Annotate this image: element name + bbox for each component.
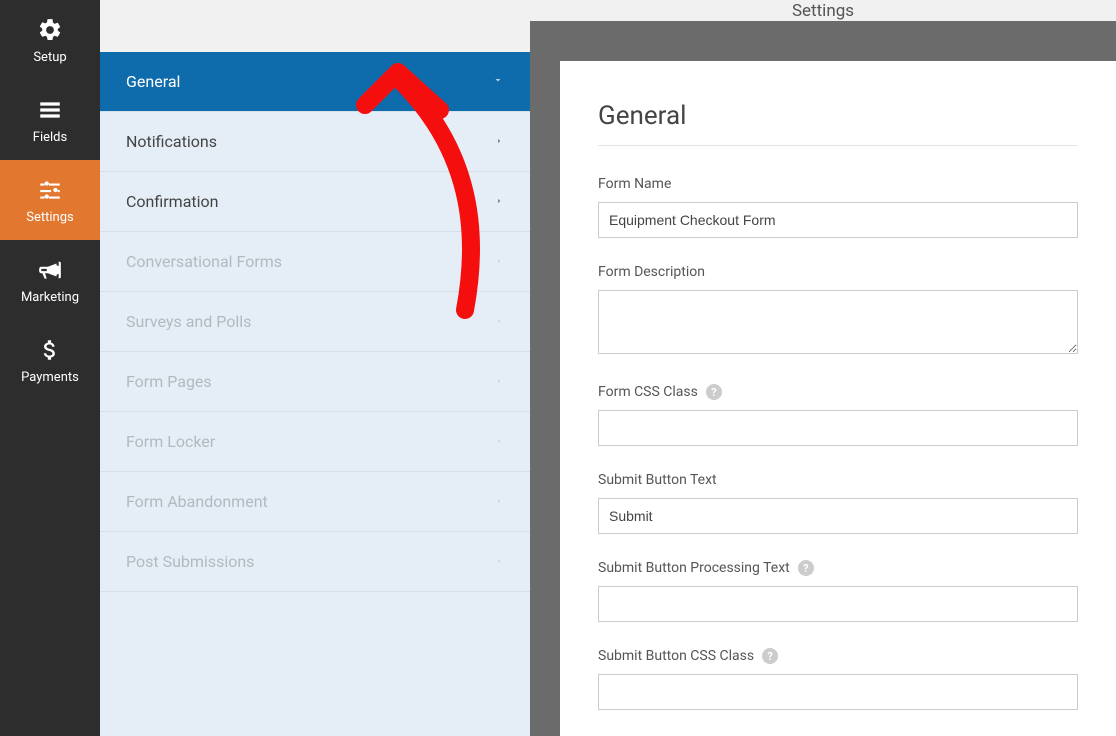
nav-label: Setup <box>33 50 66 65</box>
help-icon[interactable]: ? <box>798 560 814 576</box>
settings-item-form-pages[interactable]: Form Pages <box>100 352 530 412</box>
nav-item-fields[interactable]: Fields <box>0 80 100 160</box>
settings-item-label: Form Abandonment <box>126 492 268 511</box>
sliders-icon <box>36 176 64 204</box>
chevron-right-icon <box>494 254 504 270</box>
settings-item-surveys-polls[interactable]: Surveys and Polls <box>100 292 530 352</box>
submit-button-processing-text-label: Submit Button Processing Text <box>598 560 790 576</box>
bullhorn-icon <box>36 256 64 284</box>
chevron-right-icon <box>494 314 504 330</box>
nav-item-settings[interactable]: Settings <box>0 160 100 240</box>
nav-label: Settings <box>26 210 73 225</box>
gear-icon <box>36 16 64 44</box>
settings-item-label: Notifications <box>126 132 217 151</box>
settings-item-label: General <box>126 72 180 91</box>
help-icon[interactable]: ? <box>762 648 778 664</box>
nav-label: Fields <box>33 130 67 145</box>
settings-panel: General Form Name Form Description Form … <box>560 61 1116 736</box>
chevron-down-icon <box>492 74 504 90</box>
settings-item-general[interactable]: General <box>100 52 530 112</box>
settings-sidebar: General Notifications Confirmation Conve… <box>100 0 530 736</box>
submit-button-css-class-input[interactable] <box>598 674 1078 710</box>
settings-item-post-submissions[interactable]: Post Submissions <box>100 532 530 592</box>
settings-item-label: Form Pages <box>126 372 212 391</box>
form-description-label: Form Description <box>598 264 1078 280</box>
nav-sidebar: Setup Fields Settings Marketing Payments <box>0 0 100 736</box>
chevron-right-icon <box>494 554 504 570</box>
settings-item-label: Form Locker <box>126 432 215 451</box>
content-area: Settings General Form Name Form Descript… <box>530 0 1116 736</box>
settings-item-confirmation[interactable]: Confirmation <box>100 172 530 232</box>
chevron-right-icon <box>494 374 504 390</box>
settings-item-label: Post Submissions <box>126 552 254 571</box>
dollar-icon <box>36 336 64 364</box>
nav-label: Payments <box>21 370 79 385</box>
form-name-input[interactable] <box>598 202 1078 238</box>
settings-item-notifications[interactable]: Notifications <box>100 112 530 172</box>
settings-item-label: Surveys and Polls <box>126 312 251 331</box>
help-icon[interactable]: ? <box>706 384 722 400</box>
submit-button-text-label: Submit Button Text <box>598 472 1078 488</box>
nav-item-setup[interactable]: Setup <box>0 0 100 80</box>
form-css-class-label: Form CSS Class <box>598 384 698 400</box>
settings-sidebar-header <box>100 0 530 52</box>
submit-button-processing-text-input[interactable] <box>598 586 1078 622</box>
form-css-class-input[interactable] <box>598 410 1078 446</box>
settings-item-label: Conversational Forms <box>126 252 282 271</box>
settings-item-form-locker[interactable]: Form Locker <box>100 412 530 472</box>
submit-button-text-input[interactable] <box>598 498 1078 534</box>
settings-item-label: Confirmation <box>126 192 218 211</box>
chevron-right-icon <box>494 494 504 510</box>
form-description-input[interactable] <box>598 290 1078 354</box>
panel-title: General <box>598 101 1078 146</box>
settings-item-form-abandonment[interactable]: Form Abandonment <box>100 472 530 532</box>
nav-label: Marketing <box>21 290 79 305</box>
chevron-right-icon <box>494 194 504 210</box>
form-name-label: Form Name <box>598 176 1078 192</box>
submit-button-css-class-label: Submit Button CSS Class <box>598 648 754 664</box>
settings-item-conversational-forms[interactable]: Conversational Forms <box>100 232 530 292</box>
nav-item-marketing[interactable]: Marketing <box>0 240 100 320</box>
chevron-right-icon <box>494 434 504 450</box>
list-icon <box>36 96 64 124</box>
chevron-right-icon <box>494 134 504 150</box>
page-title: Settings <box>530 0 1116 21</box>
nav-item-payments[interactable]: Payments <box>0 320 100 400</box>
